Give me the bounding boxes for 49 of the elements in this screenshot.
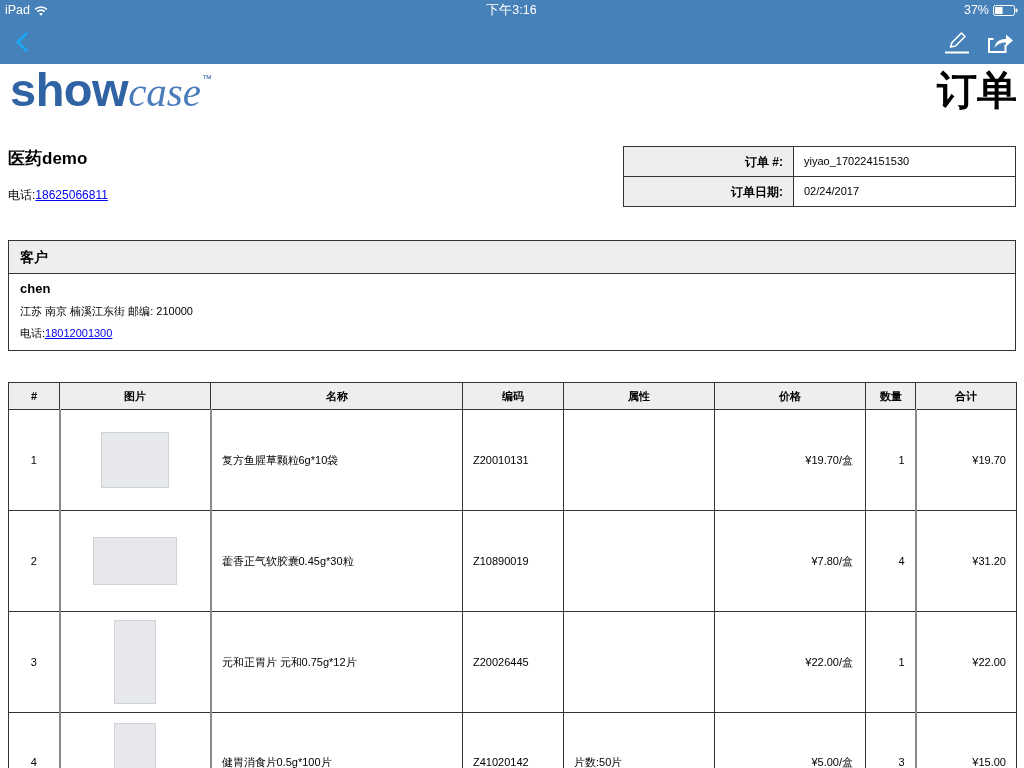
showcase-logo: showcase$^{™}$: [9, 64, 212, 113]
photo-placeholder: [114, 723, 156, 768]
phone-line: 电话:18012001300: [20, 326, 114, 341]
quantity: 1: [865, 611, 916, 713]
wifi-icon: [34, 4, 49, 16]
row-number: 1: [8, 409, 60, 511]
column-header: 编码: [462, 382, 564, 410]
row-number: 3: [8, 611, 60, 713]
product-code: Z10890019: [462, 510, 564, 612]
row-number: 4: [8, 712, 60, 768]
product-code: Z20010131: [462, 409, 564, 511]
line-total: ¥22.00: [915, 611, 1017, 713]
pencil-icon[interactable]: [944, 30, 970, 54]
column-header: 价格: [714, 382, 866, 410]
status-time: 下午3:16: [486, 2, 537, 19]
customer-address: 江苏 南京 楠溪江东街 邮编: 210000: [20, 304, 194, 319]
company-name: 医药demo: [8, 148, 89, 169]
battery-icon: [993, 4, 1018, 16]
product-code: Z20026445: [462, 611, 564, 713]
column-header: 合计: [915, 382, 1017, 410]
line-total: ¥31.20: [915, 510, 1017, 612]
field-value: yiyao_170224151530: [793, 146, 1016, 177]
battery-percentage: 37%: [963, 2, 989, 19]
field-value: 02/24/2017: [793, 176, 1016, 207]
field-label: 订单日期:: [623, 176, 794, 207]
column-header: 图片: [59, 382, 211, 410]
quantity: 4: [865, 510, 916, 612]
product-name: 藿香正气软胶囊0.45g*30粒: [210, 510, 463, 612]
section-heading: 客户: [9, 241, 1015, 274]
unit-price: ¥7.80/盒: [714, 510, 866, 612]
phone-link[interactable]: 18012001300: [45, 327, 113, 339]
phone-line: 电话:18625066811: [8, 187, 108, 203]
quantity: 1: [865, 409, 916, 511]
line-total: ¥19.70: [915, 409, 1017, 511]
column-header: 属性: [563, 382, 715, 410]
customer-name: chen: [20, 280, 52, 298]
column-header: #: [8, 382, 60, 410]
device-label: iPad: [5, 2, 31, 19]
field-label: 订单 #:: [623, 146, 794, 177]
phone-link[interactable]: 18625066811: [35, 188, 108, 202]
unit-price: ¥19.70/盒: [714, 409, 866, 511]
column-header: 数量: [865, 382, 916, 410]
product-name: 复方鱼腥草颗粒6g*10袋: [210, 409, 463, 511]
row-number: 2: [8, 510, 60, 612]
unit-price: ¥22.00/盒: [714, 611, 866, 713]
page-title: 订单: [937, 67, 1017, 110]
photo-placeholder: [101, 432, 169, 488]
product-name: 元和正胃片 元和0.75g*12片: [210, 611, 463, 713]
column-header: 名称: [210, 382, 463, 410]
